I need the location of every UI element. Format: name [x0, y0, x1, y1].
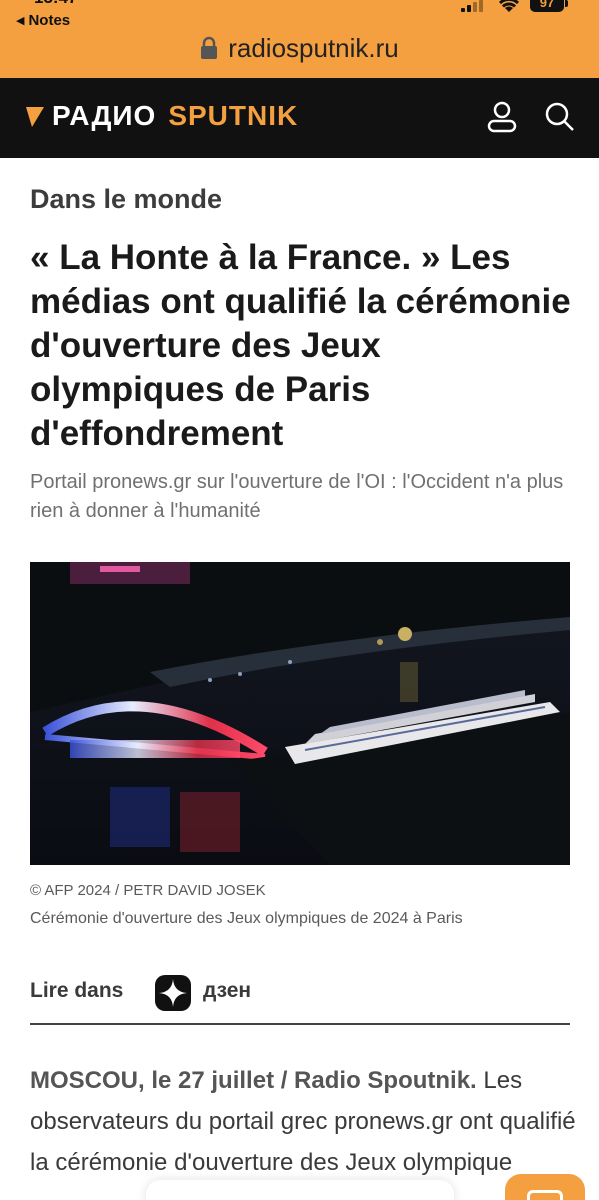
battery-icon: 97 [530, 0, 564, 12]
logo-radio-text: РАДИО [52, 100, 157, 131]
back-arrow-icon: ◀ [16, 15, 25, 27]
user-icon[interactable] [485, 100, 519, 134]
read-in-bar: Lire dans дзен [30, 975, 570, 1025]
battery-cap [565, 0, 568, 7]
article-headline: « La Honte à la France. » Les médias ont… [30, 238, 571, 453]
back-to-notes-button[interactable]: ◀ Notes [16, 12, 70, 29]
wifi-icon [497, 0, 521, 19]
logo-mark-icon [26, 107, 44, 127]
site-logo[interactable]: РАДИО SPUTNIK [24, 100, 298, 132]
read-in-label: Lire dans [30, 979, 124, 1002]
section-label[interactable]: Dans le monde [30, 184, 222, 215]
article-lede: Portail pronews.gr sur l'ouverture de l'… [30, 471, 564, 522]
photo-caption: Cérémonie d'ouverture des Jeux olympique… [30, 910, 463, 927]
article-body: MOSCOU, le 27 juillet / Radio Spoutnik. … [30, 1060, 578, 1183]
signal-icon [461, 0, 483, 12]
chat-icon [527, 1190, 563, 1200]
browser-bottom-toolbar[interactable] [146, 1180, 454, 1200]
address-bar[interactable]: radiosputnik.ru [0, 30, 599, 66]
logo-sputnik-text: SPUTNIK [168, 100, 299, 131]
article-dateline: MOSCOU, le 27 juillet / Radio Spoutnik. [30, 1067, 477, 1094]
photo-credit: © AFP 2024 / PETR DAVID JOSEK [30, 882, 266, 899]
back-label: Notes [28, 12, 71, 29]
status-time: 13:47 [34, 0, 77, 8]
lock-icon [201, 36, 218, 59]
floating-action-button[interactable] [505, 1174, 585, 1200]
site-header: РАДИО SPUTNIK [0, 78, 599, 158]
article-photo [30, 562, 570, 865]
dzen-icon[interactable] [155, 975, 191, 1011]
url-text: radiosputnik.ru [228, 32, 399, 63]
dzen-link[interactable]: дзен [203, 979, 251, 1003]
browser-top-bar: 13:47 ◀ Notes 97 radiosputnik.ru [0, 0, 599, 78]
search-icon[interactable] [543, 100, 577, 134]
